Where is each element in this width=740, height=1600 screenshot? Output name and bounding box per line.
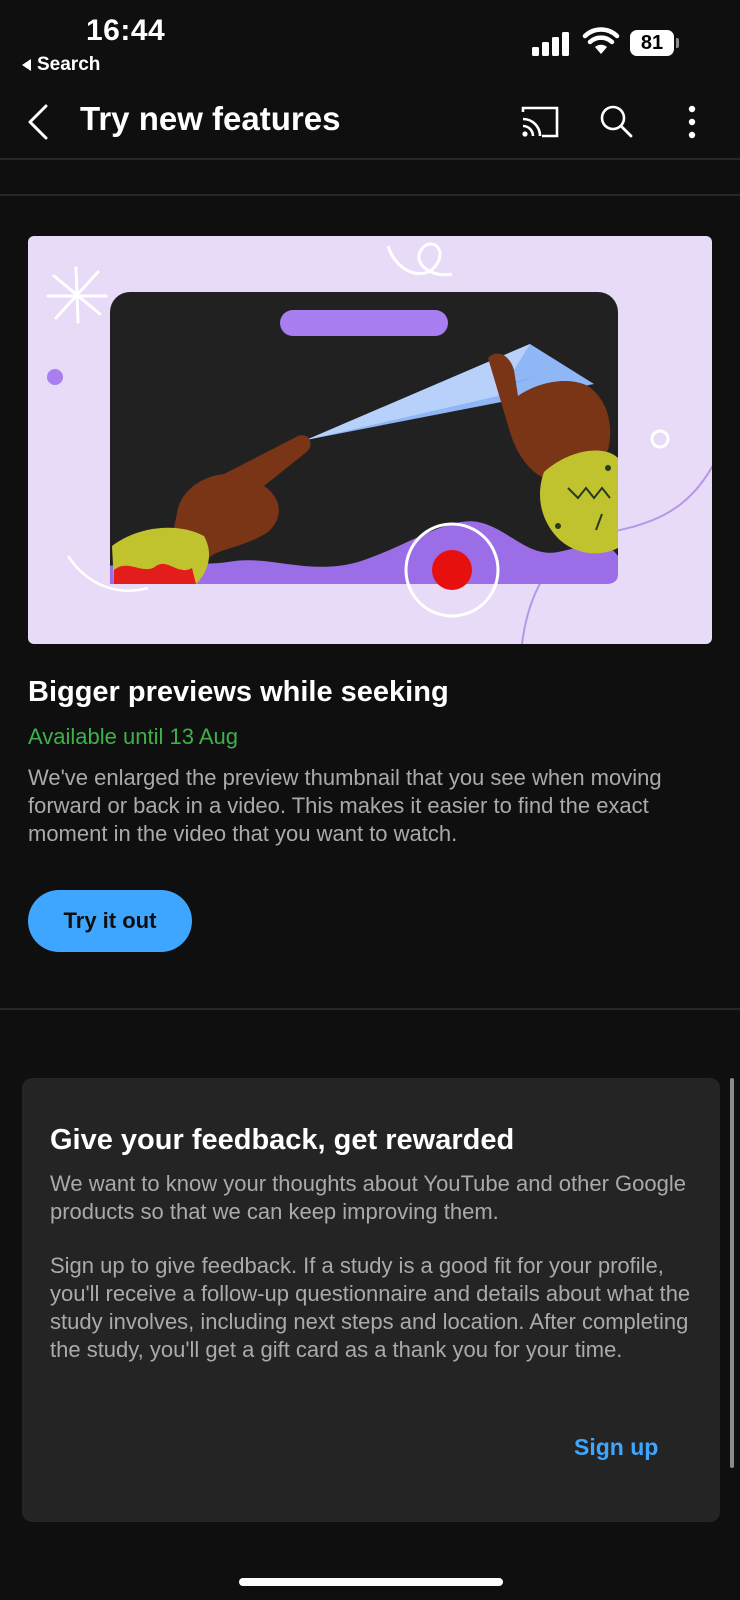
- status-time: 16:44: [86, 14, 166, 47]
- status-back-label: Search: [37, 54, 101, 75]
- battery-level: 81: [630, 30, 674, 56]
- battery-tip: [676, 38, 679, 48]
- scrollbar[interactable]: [730, 1078, 734, 1468]
- feedback-details-text: Sign up to give feedback. If a study is …: [50, 1253, 691, 1362]
- cellular-signal-icon: [532, 30, 574, 56]
- feature-illustration: [28, 236, 712, 644]
- page-title: Try new features: [80, 100, 341, 137]
- feedback-card: Give your feedback, get rewarded We want…: [22, 1078, 720, 1522]
- section-divider: [0, 194, 740, 196]
- feature-description: We've enlarged the preview thumbnail tha…: [28, 765, 662, 846]
- back-triangle-icon: [22, 59, 31, 71]
- feedback-title: Give your feedback, get rewarded: [50, 1124, 515, 1156]
- search-icon[interactable]: [594, 100, 638, 144]
- wifi-icon: [582, 27, 620, 54]
- status-back-to-app[interactable]: Search: [22, 54, 100, 76]
- feature-availability: Available until 13 Aug: [28, 724, 238, 749]
- seek-preview-illustration: [46, 242, 712, 644]
- feature-title: Bigger previews while seeking: [28, 676, 449, 708]
- home-indicator[interactable]: [239, 1578, 503, 1586]
- cast-icon[interactable]: [518, 100, 562, 144]
- back-button[interactable]: [18, 100, 62, 144]
- section-divider-bottom: [0, 1008, 740, 1010]
- app-header: Try new features: [0, 92, 740, 158]
- header-divider: [0, 158, 740, 160]
- more-vert-icon[interactable]: [670, 100, 714, 144]
- feedback-intro-text: We want to know your thoughts about YouT…: [50, 1171, 687, 1224]
- sign-up-link[interactable]: Sign up: [574, 1434, 658, 1461]
- try-it-out-button[interactable]: Try it out: [28, 890, 192, 952]
